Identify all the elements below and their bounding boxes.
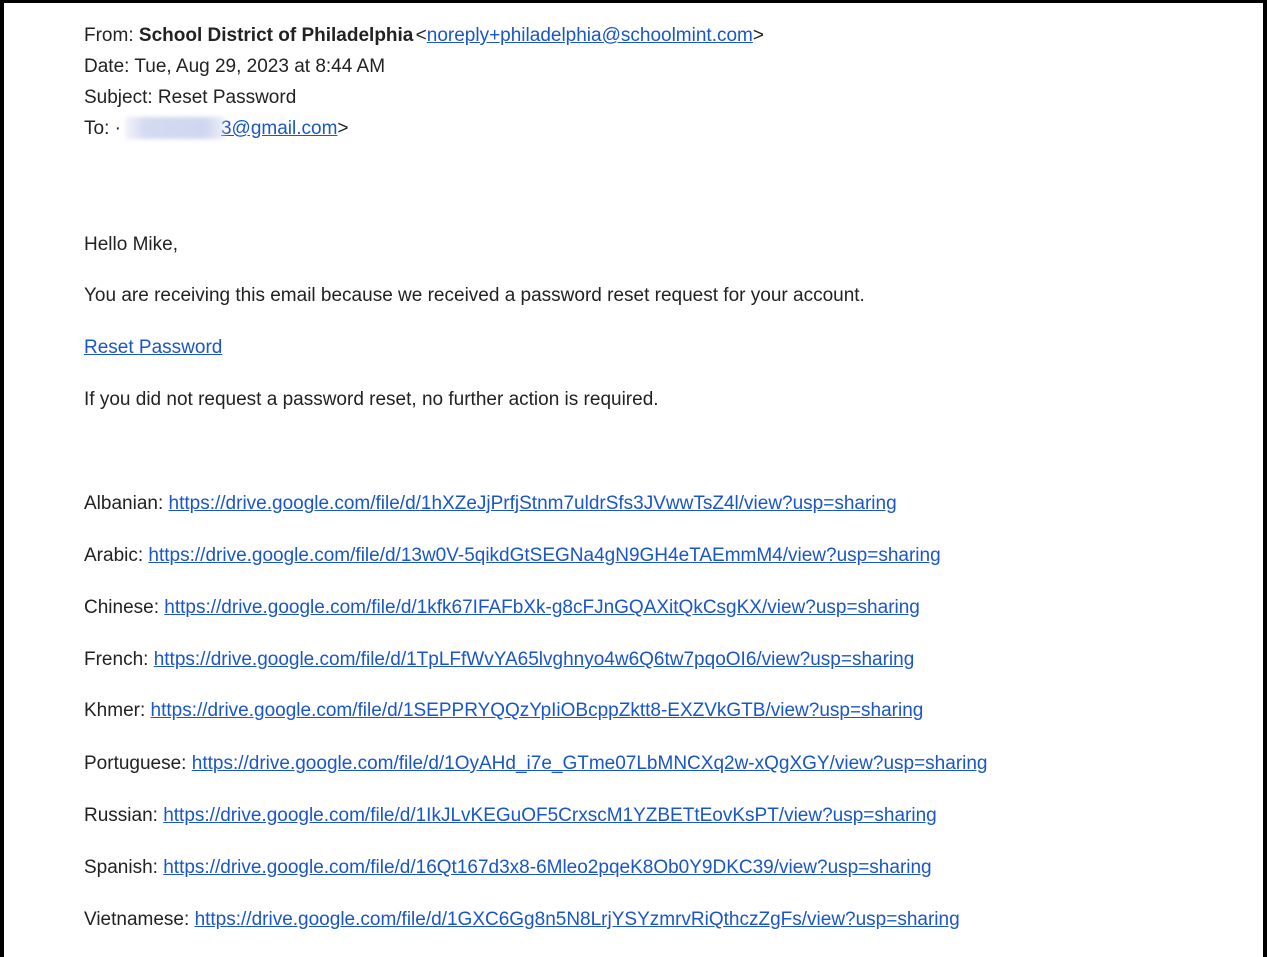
language-link-row: French: https://drive.google.com/file/d/… bbox=[84, 648, 914, 672]
greeting: Hello Mike, bbox=[84, 234, 178, 255]
language-label: Russian: bbox=[84, 805, 158, 826]
no-action-text: If you did not request a password reset,… bbox=[84, 389, 659, 410]
to-line: To: · 3@gmail.com> bbox=[84, 117, 349, 141]
language-label: French: bbox=[84, 649, 149, 670]
intro-text: You are receiving this email because we … bbox=[84, 285, 865, 306]
language-drive-link[interactable]: https://drive.google.com/file/d/16Qt167d… bbox=[163, 857, 931, 878]
from-email-close: > bbox=[752, 25, 764, 46]
language-link-row: Khmer: https://drive.google.com/file/d/1… bbox=[84, 699, 923, 723]
language-link-row: Portuguese: https://drive.google.com/fil… bbox=[84, 752, 988, 776]
reset-password-link[interactable]: Reset Password bbox=[84, 337, 222, 358]
language-label: Spanish: bbox=[84, 857, 158, 878]
language-drive-link[interactable]: https://drive.google.com/file/d/1GXC6Gg8… bbox=[195, 909, 960, 930]
language-label: Khmer: bbox=[84, 700, 146, 721]
language-drive-link[interactable]: https://drive.google.com/file/d/1TpLFfWv… bbox=[154, 649, 915, 670]
language-label: Chinese: bbox=[84, 597, 159, 618]
language-drive-link[interactable]: https://drive.google.com/file/d/1SEPPRYQ… bbox=[151, 700, 924, 721]
redacted-email-blur bbox=[124, 117, 225, 139]
from-email-open: < bbox=[415, 25, 427, 46]
language-link-row: Vietnamese: https://drive.google.com/fil… bbox=[84, 908, 960, 932]
language-label: Vietnamese: bbox=[84, 909, 190, 930]
language-link-row: Russian: https://drive.google.com/file/d… bbox=[84, 804, 937, 828]
sender-name: School District of Philadelphia bbox=[138, 25, 414, 46]
language-link-row: Spanish: https://drive.google.com/file/d… bbox=[84, 856, 932, 880]
from-line: From: School District of Philadelphia <n… bbox=[84, 24, 764, 48]
to-prefix: · bbox=[114, 118, 121, 139]
language-drive-link[interactable]: https://drive.google.com/file/d/13w0V-5q… bbox=[148, 545, 940, 566]
to-email-close: > bbox=[337, 118, 349, 139]
language-drive-link[interactable]: https://drive.google.com/file/d/1OyAHd_i… bbox=[192, 753, 988, 774]
language-link-row: Arabic: https://drive.google.com/file/d/… bbox=[84, 544, 941, 568]
language-label: Portuguese: bbox=[84, 753, 187, 774]
language-drive-link[interactable]: https://drive.google.com/file/d/1hXZeJjP… bbox=[169, 493, 897, 514]
from-label: From: bbox=[84, 25, 134, 46]
language-drive-link[interactable]: https://drive.google.com/file/d/1IkJLvKE… bbox=[163, 805, 937, 826]
language-link-row: Albanian: https://drive.google.com/file/… bbox=[84, 492, 897, 516]
language-label: Arabic: bbox=[84, 545, 144, 566]
language-label: Albanian: bbox=[84, 493, 164, 514]
reset-password-link-row: Reset Password bbox=[84, 336, 222, 360]
sender-email-link[interactable]: noreply+philadelphia@schoolmint.com bbox=[427, 25, 753, 46]
language-drive-link[interactable]: https://drive.google.com/file/d/1kfk67IF… bbox=[164, 597, 920, 618]
language-link-row: Chinese: https://drive.google.com/file/d… bbox=[84, 596, 920, 620]
to-label: To: bbox=[84, 118, 110, 139]
recipient-email-link[interactable]: 3@gmail.com bbox=[221, 118, 337, 139]
subject-line: Subject: Reset Password bbox=[84, 87, 297, 108]
date-line: Date: Tue, Aug 29, 2023 at 8:44 AM bbox=[84, 56, 386, 77]
